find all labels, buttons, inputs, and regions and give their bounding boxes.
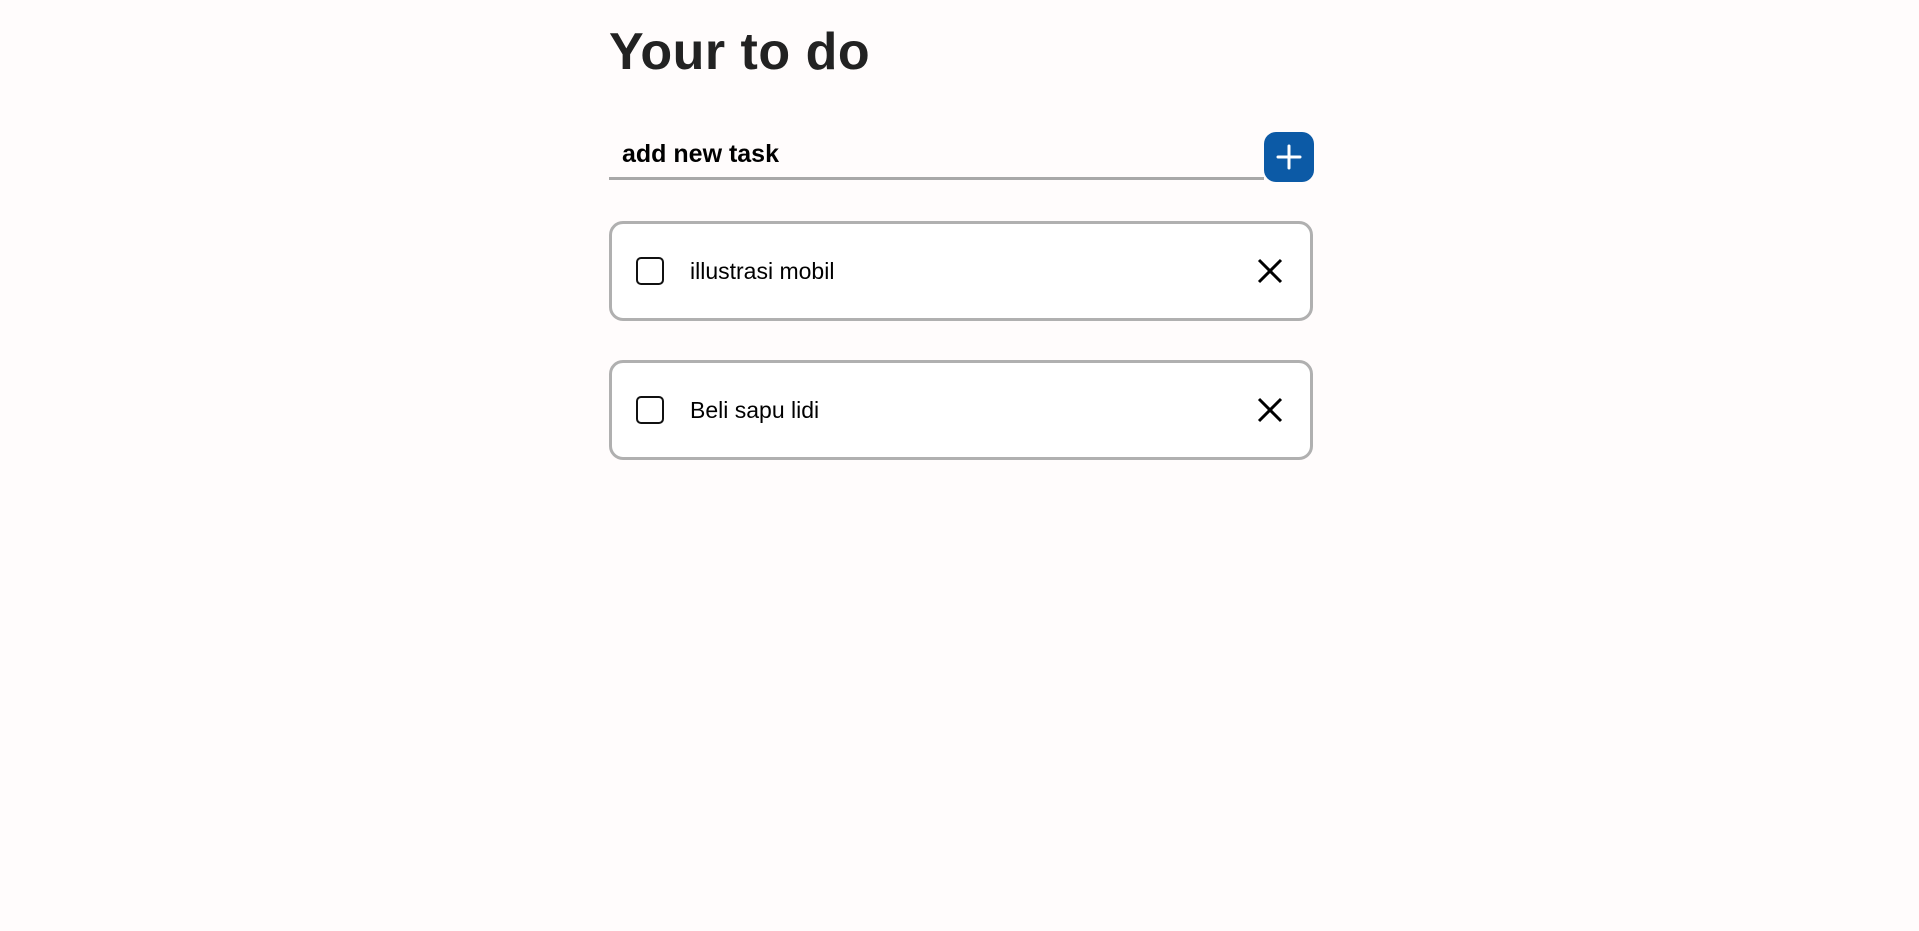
task-label: Beli sapu lidi: [690, 397, 820, 423]
close-icon: [1257, 258, 1283, 284]
new-task-input[interactable]: [609, 132, 1264, 180]
task-checkbox[interactable]: [636, 257, 664, 285]
task-list: illustrasi mobil Beli sapu lidi: [609, 221, 1313, 499]
delete-task-button[interactable]: [1254, 394, 1286, 426]
task-checkbox[interactable]: [636, 396, 664, 424]
task-item: illustrasi mobil: [609, 221, 1313, 321]
todo-app: Your to do illustrasi mobil: [609, 0, 1314, 460]
plus-icon: [1274, 142, 1304, 172]
delete-task-button[interactable]: [1254, 255, 1286, 287]
add-task-button[interactable]: [1264, 132, 1314, 182]
task-label: illustrasi mobil: [690, 258, 835, 284]
add-task-form: [609, 132, 1314, 184]
page-title: Your to do: [609, 23, 871, 81]
close-icon: [1257, 397, 1283, 423]
task-item: Beli sapu lidi: [609, 360, 1313, 460]
